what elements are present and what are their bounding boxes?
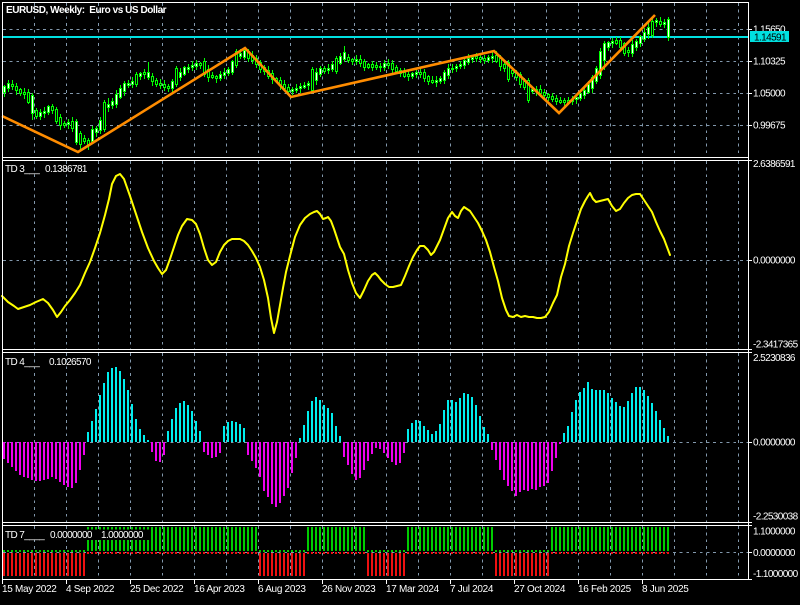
svg-text:1.05000: 1.05000 (753, 89, 786, 100)
svg-text:26 Nov 2023: 26 Nov 2023 (322, 584, 376, 595)
svg-text:0.0000000: 0.0000000 (753, 438, 796, 449)
svg-text:0.0000000: 0.0000000 (50, 530, 93, 541)
svg-text:7 Jul 2024: 7 Jul 2024 (450, 584, 494, 595)
svg-text:TD 7____: TD 7____ (5, 530, 45, 541)
svg-text:8 Jun 2025: 8 Jun 2025 (642, 584, 689, 595)
svg-text:2.5230836: 2.5230836 (753, 353, 796, 364)
svg-text:EURUSD, Weekly: Euro vs US Do: EURUSD, Weekly: Euro vs US Dollar (6, 5, 167, 16)
svg-text:16 Feb 2025: 16 Feb 2025 (578, 584, 632, 595)
svg-text:TD 3___: TD 3___ (5, 164, 40, 175)
svg-text:16 Apr 2023: 16 Apr 2023 (194, 584, 245, 595)
svg-text:1.14591: 1.14591 (754, 33, 787, 44)
svg-text:15 May 2022: 15 May 2022 (2, 584, 57, 595)
svg-text:1.1000000: 1.1000000 (753, 527, 796, 538)
svg-text:0.1026570: 0.1026570 (49, 357, 92, 368)
svg-text:1.0000000: 1.0000000 (101, 530, 144, 541)
svg-text:6 Aug 2023: 6 Aug 2023 (258, 584, 306, 595)
svg-text:2.6386591: 2.6386591 (753, 159, 796, 170)
svg-text:1.10325: 1.10325 (753, 57, 786, 68)
svg-text:25 Dec 2022: 25 Dec 2022 (130, 584, 184, 595)
svg-text:0.0000000: 0.0000000 (753, 256, 796, 267)
svg-text:-1.1000000: -1.1000000 (753, 569, 799, 580)
svg-text:4 Sep 2022: 4 Sep 2022 (66, 584, 115, 595)
svg-text:-2.2530038: -2.2530038 (753, 512, 799, 523)
svg-text:0.99675: 0.99675 (753, 121, 786, 132)
svg-text:TD 4___: TD 4___ (5, 357, 40, 368)
svg-text:0.1386781: 0.1386781 (45, 164, 88, 175)
svg-text:0.0000000: 0.0000000 (753, 548, 796, 559)
svg-text:-2.3417365: -2.3417365 (753, 340, 799, 351)
svg-text:27 Oct 2024: 27 Oct 2024 (514, 584, 566, 595)
svg-text:17 Mar 2024: 17 Mar 2024 (386, 584, 440, 595)
